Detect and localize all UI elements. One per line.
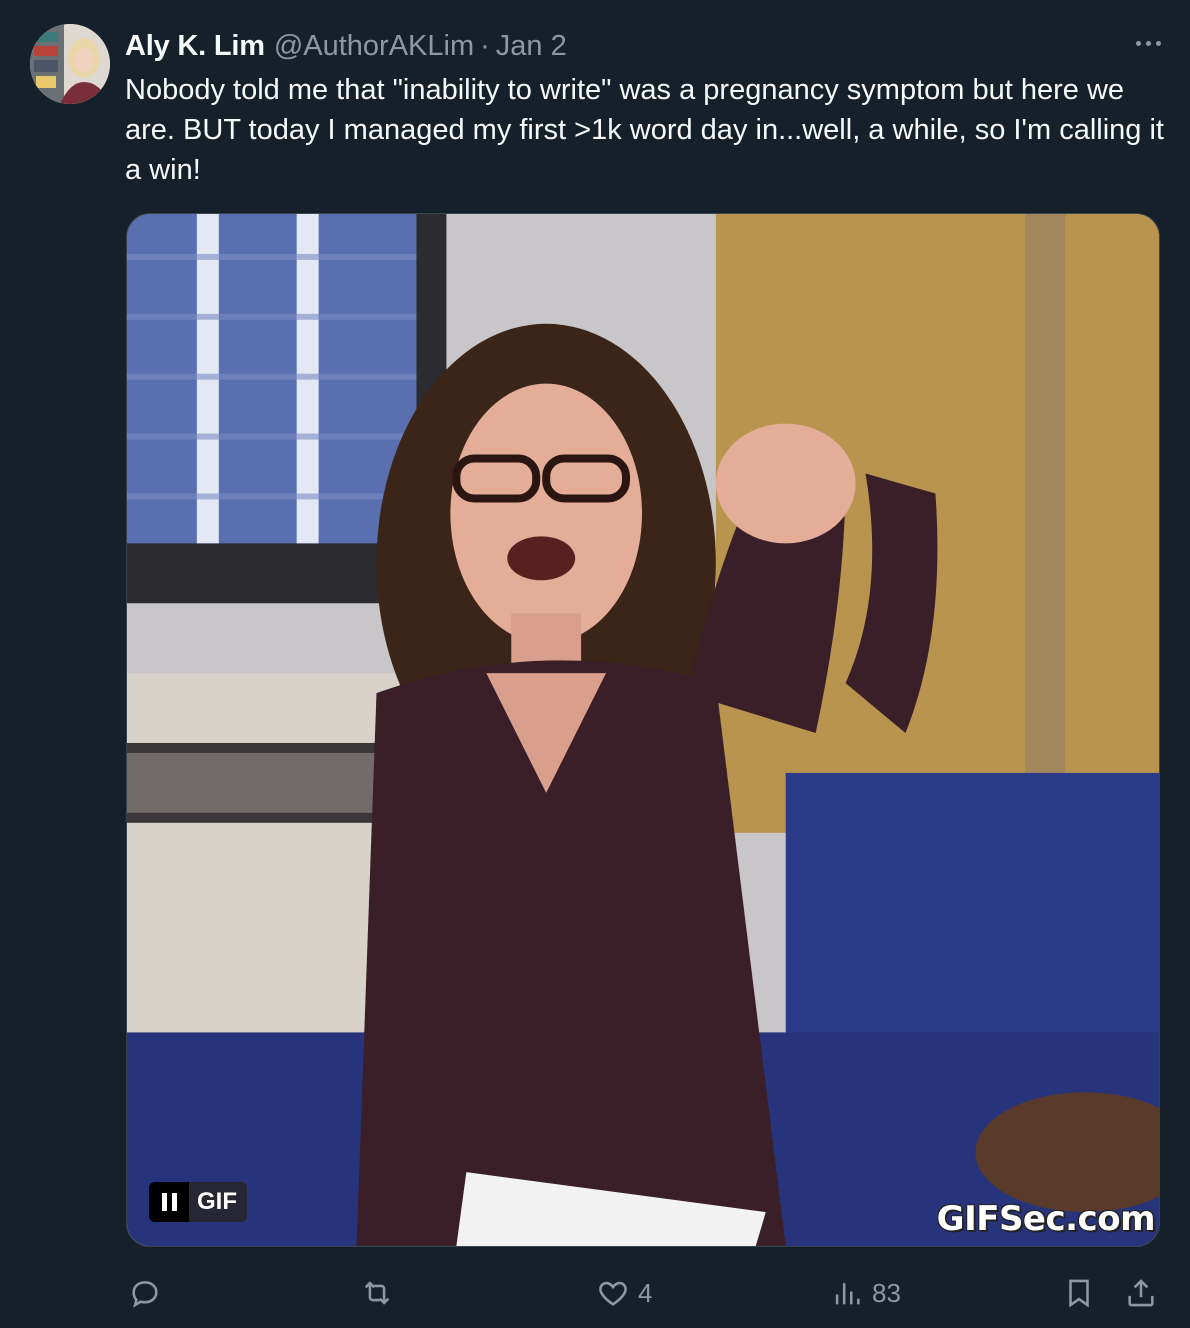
pause-icon[interactable] xyxy=(149,1182,189,1222)
bookmark-icon xyxy=(1069,1279,1089,1308)
avatar[interactable] xyxy=(30,24,110,104)
share-icon xyxy=(1128,1279,1154,1307)
heart-icon xyxy=(599,1281,627,1306)
views-count: 83 xyxy=(872,1277,901,1308)
retweet-button[interactable] xyxy=(360,1276,402,1310)
gif-image xyxy=(127,214,1159,1246)
like-button[interactable]: 4 xyxy=(596,1276,652,1310)
separator-dot: · xyxy=(480,29,490,62)
tweet-date[interactable]: Jan 2 xyxy=(496,30,567,63)
views-icon xyxy=(835,1283,860,1305)
gif-badge[interactable]: GIF xyxy=(149,1182,247,1222)
gif-media[interactable]: GIF GIFSec.com xyxy=(126,213,1160,1247)
ellipsis-icon[interactable] xyxy=(1128,30,1168,56)
views-button[interactable]: 83 xyxy=(830,1276,901,1310)
like-count: 4 xyxy=(638,1277,653,1308)
tweet[interactable]: Aly K. Lim @AuthorAKLim · Jan 2 Nobody t… xyxy=(0,0,1190,1328)
tweet-text: Nobody told me that "inability to write"… xyxy=(125,74,1164,186)
share-button[interactable] xyxy=(1124,1276,1158,1310)
author-handle[interactable]: @AuthorAKLim xyxy=(274,30,474,63)
author-name[interactable]: Aly K. Lim xyxy=(125,30,265,63)
reply-button[interactable] xyxy=(128,1276,170,1310)
bookmark-button[interactable] xyxy=(1062,1276,1096,1310)
action-bar: 4 83 xyxy=(0,1268,1190,1318)
reply-icon xyxy=(132,1281,158,1308)
gif-label: GIF xyxy=(189,1182,247,1222)
tweet-header: Aly K. Lim @AuthorAKLim · Jan 2 xyxy=(125,26,567,66)
watermark-text: GIFSec.com xyxy=(936,1199,1156,1239)
retweet-icon xyxy=(364,1281,390,1305)
